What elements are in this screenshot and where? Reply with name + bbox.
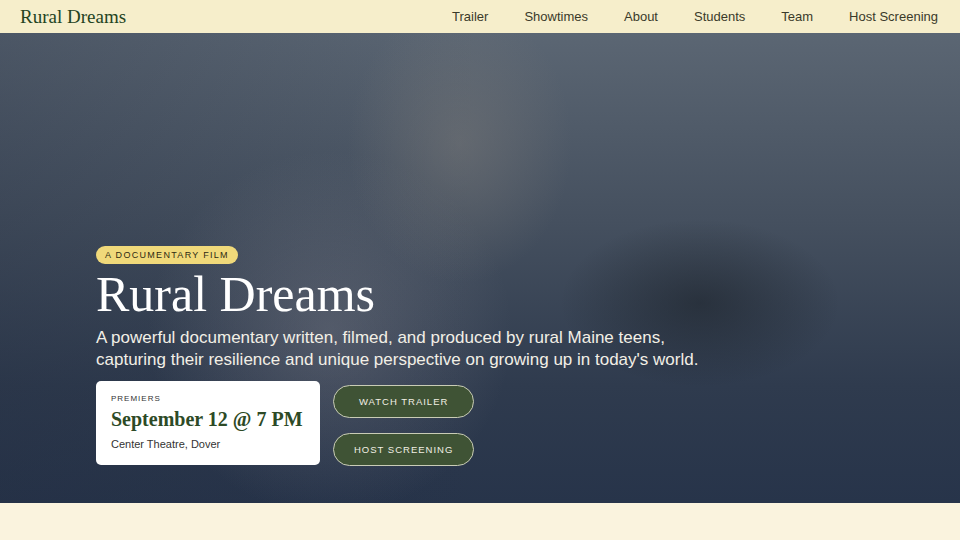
nav-link[interactable]: About bbox=[624, 9, 658, 24]
watch-trailer-button[interactable]: WATCH TRAILER bbox=[333, 385, 474, 418]
nav-link[interactable]: Host Screening bbox=[849, 9, 938, 24]
nav-link[interactable]: Showtimes bbox=[524, 9, 588, 24]
film-badge: A DOCUMENTARY FILM bbox=[96, 246, 238, 264]
site-logo[interactable]: Rural Dreams bbox=[20, 6, 126, 28]
nav-link[interactable]: Students bbox=[694, 9, 745, 24]
hero-section: A DOCUMENTARY FILM Rural Dreams A powerful… bbox=[0, 33, 960, 503]
nav-links: Trailer Showtimes About Students Team Host Sc… bbox=[452, 9, 938, 24]
hero-subtitle: A powerful documentary written, filmed, … bbox=[96, 327, 716, 371]
premiere-label: PREMIERS bbox=[111, 394, 305, 403]
top-nav: Rural Dreams Trailer Showtimes About Student… bbox=[0, 0, 960, 33]
premiere-card: PREMIERS September 12 @ 7 PM Center Theatr… bbox=[96, 381, 320, 465]
hero-title: Rural Dreams bbox=[96, 268, 960, 321]
premiere-venue: Center Theatre, Dover bbox=[111, 438, 305, 450]
hero-actions: PREMIERS September 12 @ 7 PM Center Theatr… bbox=[96, 381, 960, 466]
button-group: WATCH TRAILER HOST SCREENING bbox=[333, 381, 474, 466]
premiere-date: September 12 @ 7 PM bbox=[111, 408, 305, 431]
nav-link[interactable]: Trailer bbox=[452, 9, 488, 24]
host-screening-button[interactable]: HOST SCREENING bbox=[333, 433, 474, 466]
nav-link[interactable]: Team bbox=[781, 9, 813, 24]
